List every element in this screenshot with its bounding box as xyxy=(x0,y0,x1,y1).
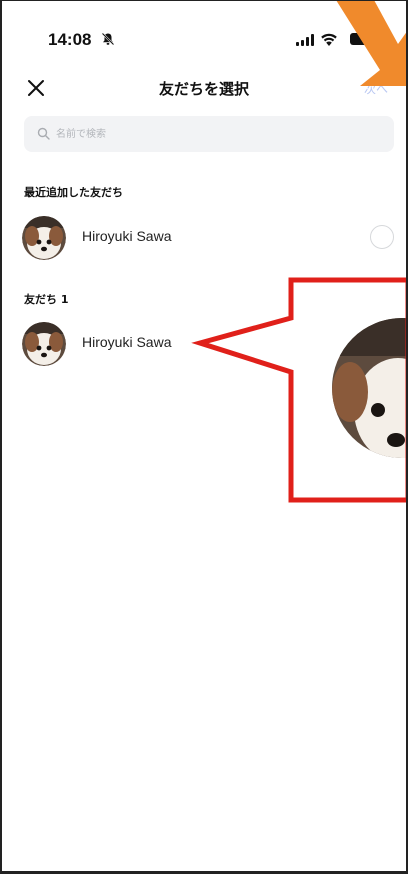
next-button[interactable]: 次へ xyxy=(364,80,388,97)
wifi-icon xyxy=(321,33,337,46)
cellular-signal-icon xyxy=(296,34,314,46)
callout-frame xyxy=(191,277,408,503)
silent-bell-icon xyxy=(101,32,115,46)
section-header-recent: 最近追加した友だち xyxy=(24,186,123,199)
section-header-friends: 友だち 1 xyxy=(24,293,69,306)
status-time: 14:08 xyxy=(48,30,92,49)
search-icon xyxy=(37,127,50,140)
friend-avatar xyxy=(22,216,66,260)
friend-row[interactable]: Hiroyuki Sawa xyxy=(22,320,394,368)
status-bar: 14:08 xyxy=(0,0,408,78)
friend-name: Hiroyuki Sawa xyxy=(82,334,172,350)
recent-friend-row[interactable]: Hiroyuki Sawa xyxy=(22,214,394,262)
search-input[interactable] xyxy=(56,116,376,152)
select-radio[interactable] xyxy=(370,225,394,249)
friend-avatar xyxy=(22,322,66,366)
friend-name: Hiroyuki Sawa xyxy=(82,228,172,244)
search-box[interactable] xyxy=(24,116,394,152)
header: 友だちを選択 次へ xyxy=(0,68,408,108)
battery-icon xyxy=(350,33,378,45)
page-title: 友だちを選択 xyxy=(158,80,249,98)
